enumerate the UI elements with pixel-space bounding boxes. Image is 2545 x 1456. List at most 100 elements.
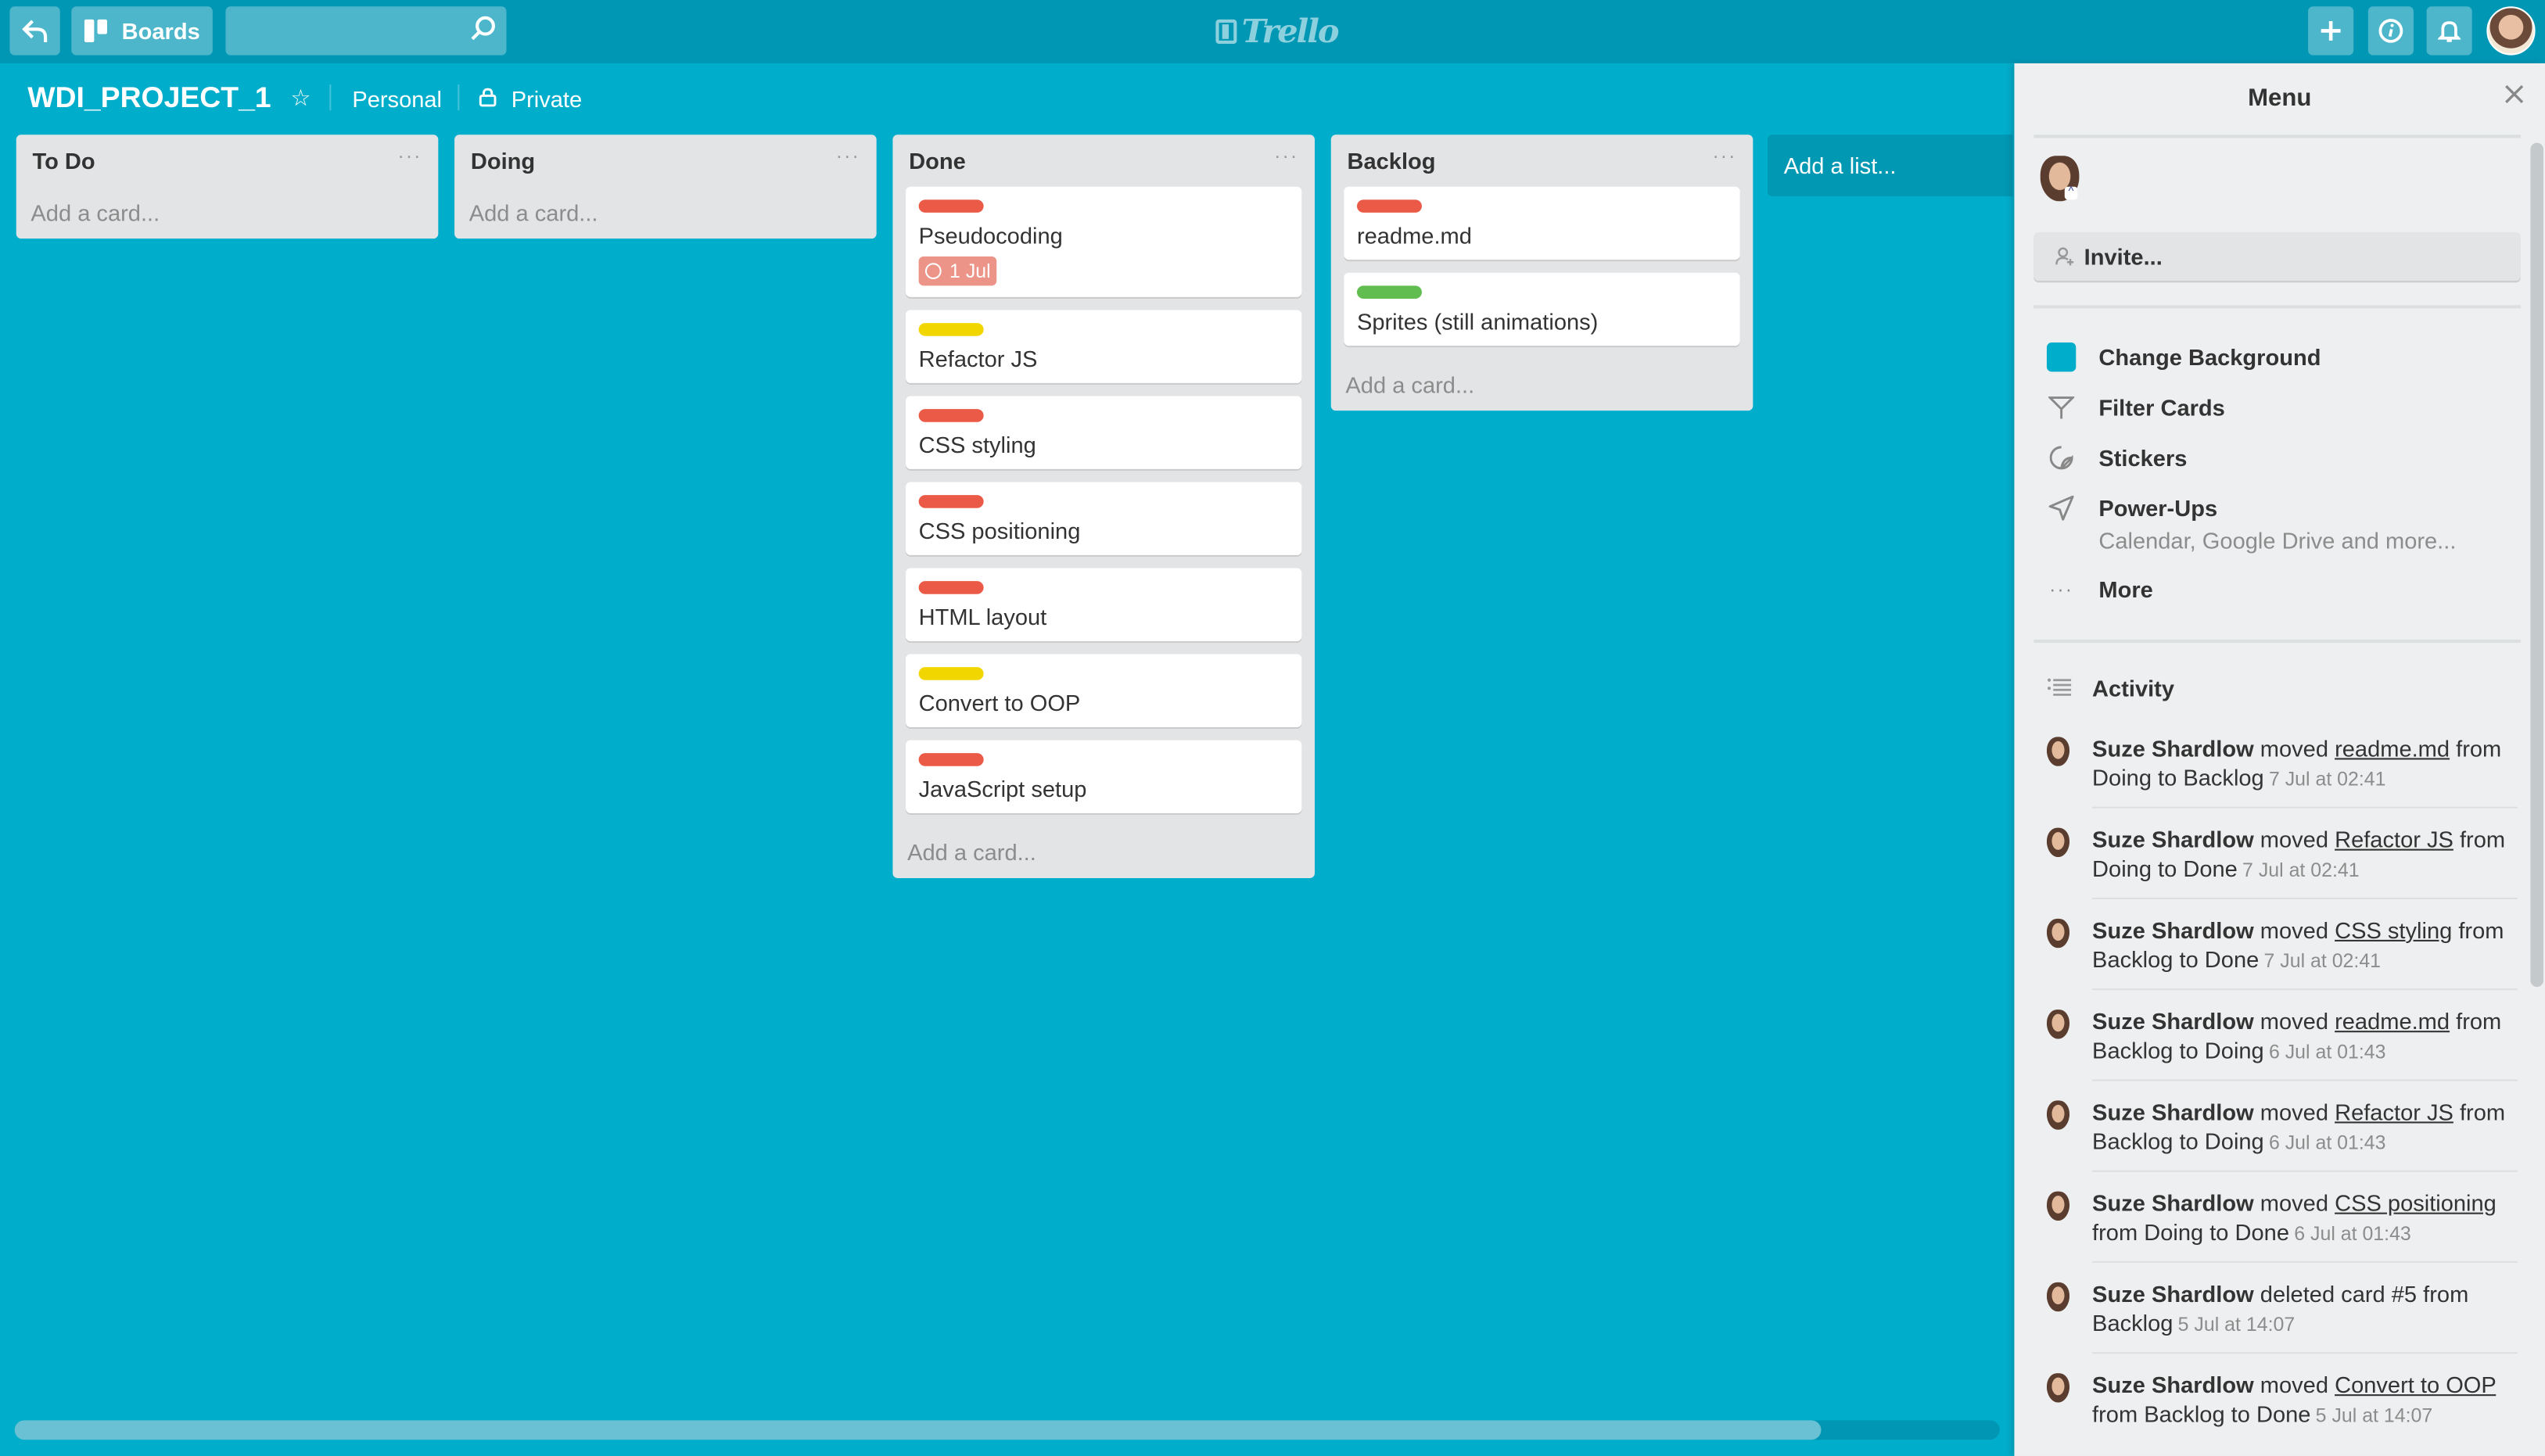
activity-timestamp[interactable]: 7 Jul at 02:41	[2242, 859, 2360, 881]
activity-divider	[2092, 1079, 2518, 1081]
activity-timestamp[interactable]: 6 Jul at 01:43	[2269, 1041, 2386, 1063]
menu-scrollbar[interactable]	[2530, 142, 2543, 988]
card[interactable]: Refactor JS	[906, 310, 1302, 383]
invite-button[interactable]: Invite...	[2033, 231, 2521, 282]
notifications-button[interactable]	[2426, 6, 2472, 56]
activity-user[interactable]: Suze Shardlow	[2092, 917, 2254, 943]
due-date: 1 Jul	[949, 260, 991, 283]
activity-timestamp[interactable]: 5 Jul at 14:07	[2316, 1404, 2433, 1427]
card[interactable]: Pseudocoding 1 Jul	[906, 186, 1302, 297]
activity-avatar[interactable]	[2046, 1373, 2070, 1403]
card[interactable]: Convert to OOP	[906, 654, 1302, 727]
card-label	[1356, 199, 1422, 213]
trello-logo[interactable]: Trello	[1215, 12, 1340, 50]
activity-item: Suze Shardlow moved Refactor JS from Doi…	[2046, 825, 2518, 885]
menu-item-more[interactable]: ··· More	[2047, 575, 2153, 604]
activity-timestamp[interactable]: 7 Jul at 02:41	[2263, 949, 2381, 972]
card[interactable]: CSS positioning	[906, 482, 1302, 555]
activity-avatar[interactable]	[2046, 918, 2070, 949]
list-title[interactable]: To Do	[33, 148, 95, 174]
activity-avatar[interactable]	[2046, 827, 2070, 858]
activity-verb: moved	[2260, 1189, 2329, 1216]
divider	[2033, 305, 2521, 309]
activity-card-link[interactable]: Refactor JS	[2335, 1099, 2453, 1124]
rocket-icon	[2048, 495, 2074, 521]
list-title[interactable]: Doing	[471, 148, 535, 174]
menu-item-power-ups[interactable]: Power-Ups Calendar, Google Drive and mor…	[2047, 493, 2456, 555]
activity-header: Activity	[2047, 676, 2174, 701]
menu-item-change-background[interactable]: Change Background	[2046, 342, 2321, 372]
activity-divider	[2092, 897, 2518, 899]
activity-card-link[interactable]: readme.md	[2335, 1008, 2450, 1034]
activity-timestamp[interactable]: 7 Jul at 02:41	[2269, 768, 2386, 791]
activity-lists: Backlog	[2092, 1310, 2173, 1336]
card-label	[918, 199, 984, 213]
activity-user[interactable]: Suze Shardlow	[2092, 735, 2254, 761]
activity-avatar[interactable]	[2046, 1100, 2070, 1130]
user-avatar[interactable]	[2486, 6, 2536, 56]
activity-card-link[interactable]: readme.md	[2335, 735, 2450, 761]
activity-user[interactable]: Suze Shardlow	[2092, 1099, 2254, 1124]
card-label	[918, 581, 984, 594]
activity-user[interactable]: Suze Shardlow	[2092, 1281, 2254, 1307]
list-menu-icon[interactable]: ···	[836, 145, 860, 167]
activity-card-link[interactable]: CSS positioning	[2335, 1190, 2497, 1216]
activity-avatar[interactable]	[2046, 1010, 2070, 1039]
card[interactable]: Sprites (still animations)	[1344, 272, 1740, 346]
card-title: Convert to OOP	[918, 690, 1081, 716]
activity-avatar[interactable]	[2046, 1282, 2070, 1312]
add-card-button[interactable]: Add a card...	[454, 187, 877, 238]
add-list-button[interactable]: Add a list...	[1768, 134, 2013, 197]
card[interactable]: readme.md	[1344, 186, 1740, 260]
activity-card-link[interactable]: CSS styling	[2335, 917, 2452, 943]
activity-user[interactable]: Suze Shardlow	[2092, 1190, 2254, 1216]
board-title[interactable]: WDI_PROJECT_1	[27, 81, 271, 116]
list-menu-icon[interactable]: ···	[397, 145, 422, 167]
card-label	[918, 667, 984, 680]
card[interactable]: JavaScript setup	[906, 740, 1302, 813]
card-title: JavaScript setup	[918, 776, 1087, 802]
activity-item: Suze Shardlow moved Convert to OOP from …	[2046, 1370, 2518, 1430]
activity-lists: from Backlog to Done	[2092, 1400, 2311, 1427]
activity-user[interactable]: Suze Shardlow	[2092, 1008, 2254, 1034]
menu-item-stickers[interactable]: Stickers	[2047, 443, 2187, 472]
activity-card-link[interactable]: Convert to OOP	[2335, 1372, 2496, 1397]
card[interactable]: HTML layout	[906, 568, 1302, 641]
star-board-button[interactable]: ☆	[290, 84, 310, 112]
activity-user[interactable]: Suze Shardlow	[2092, 827, 2254, 852]
boards-button[interactable]: Boards	[71, 6, 213, 56]
activity-timestamp[interactable]: 6 Jul at 01:43	[2294, 1222, 2411, 1245]
menu-item-label: Change Background	[2098, 344, 2321, 371]
activity-from: from	[2456, 735, 2502, 762]
back-button[interactable]	[9, 6, 60, 56]
menu-item-label: Stickers	[2098, 444, 2188, 471]
list-title[interactable]: Backlog	[1347, 148, 1435, 174]
activity-avatar[interactable]	[2046, 1191, 2070, 1221]
add-card-button[interactable]: Add a card...	[1331, 359, 1754, 411]
menu-item-label: More	[2098, 576, 2153, 603]
add-button[interactable]	[2308, 6, 2354, 56]
activity-timestamp[interactable]: 5 Jul at 14:07	[2178, 1313, 2296, 1336]
activity-timestamp[interactable]: 6 Jul at 01:43	[2269, 1131, 2386, 1154]
team-button[interactable]: Personal	[352, 86, 442, 112]
search-input[interactable]	[225, 6, 507, 56]
card-label	[1356, 285, 1422, 299]
visibility-button[interactable]: Private	[512, 86, 582, 112]
info-button[interactable]	[2367, 6, 2414, 56]
activity-from: from	[2459, 826, 2506, 852]
activity-text: Suze Shardlow moved Convert to OOP from …	[2092, 1370, 2518, 1430]
add-card-button[interactable]: Add a card...	[892, 827, 1315, 878]
close-icon[interactable]	[2503, 83, 2525, 106]
activity-card-link[interactable]: Refactor JS	[2335, 827, 2453, 852]
activity-user[interactable]: Suze Shardlow	[2092, 1372, 2254, 1397]
menu-item-filter-cards[interactable]: Filter Cards	[2047, 393, 2225, 421]
list-menu-icon[interactable]: ···	[1712, 145, 1736, 167]
activity-avatar[interactable]	[2046, 737, 2070, 766]
add-card-button[interactable]: Add a card...	[16, 187, 439, 238]
list-to-do: To Do ··· Add a card...	[16, 134, 439, 239]
list-title[interactable]: Done	[909, 148, 966, 174]
scrollbar-thumb[interactable]	[14, 1420, 1822, 1440]
horizontal-scrollbar[interactable]	[14, 1420, 2000, 1440]
list-menu-icon[interactable]: ···	[1274, 145, 1298, 167]
card[interactable]: CSS styling	[906, 396, 1302, 469]
